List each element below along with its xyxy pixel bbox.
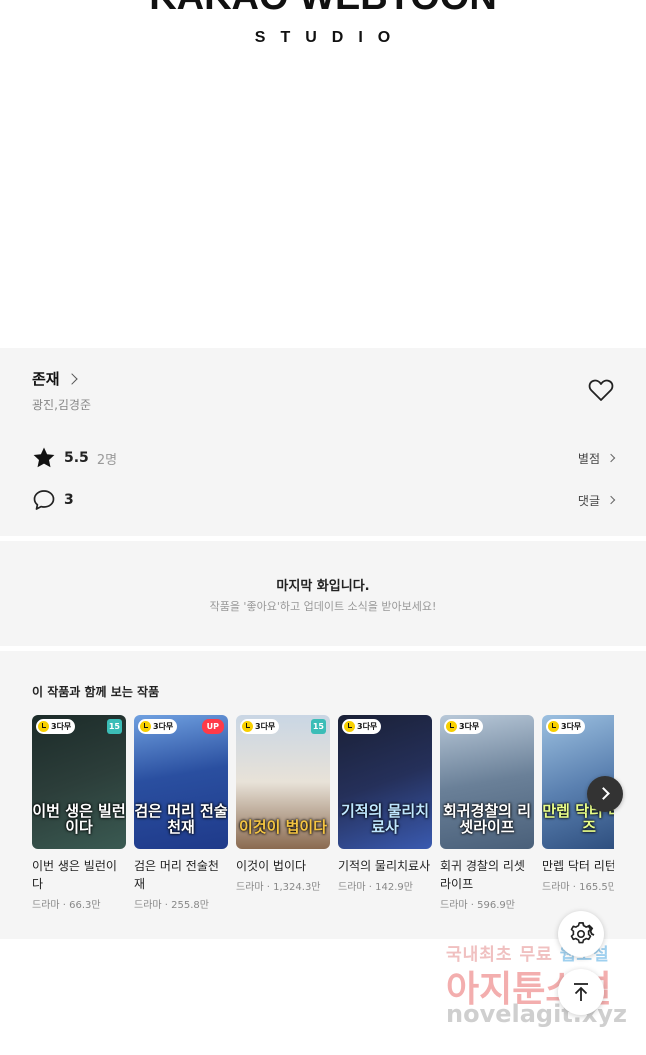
rec-meta: 드라마 · 165.5만 (542, 882, 614, 893)
rec-thumbnail[interactable]: 3다무 15 이번 생은 빌런이다 (32, 715, 126, 849)
badge-label: 3다무 (153, 722, 174, 731)
wait-free-badge: 3다무 (444, 719, 484, 734)
rec-card[interactable]: 3다무 UP 검은 머리 전술천재 검은 머리 전술천재 드라마 · 255.8… (134, 715, 228, 911)
work-title-link[interactable]: 존재 (32, 368, 78, 389)
badge-label: 3다무 (255, 722, 276, 731)
badge-label: 3다무 (561, 722, 582, 731)
cover-title: 회귀경찰의 리셋라이프 (442, 802, 532, 836)
arrow-up-icon (574, 983, 588, 1001)
comment-link[interactable]: 댓글 (577, 492, 616, 509)
rec-title[interactable]: 검은 머리 전술천재 (134, 857, 228, 893)
comment-count: 3 (64, 492, 74, 508)
notice-title: 마지막 화입니다. (276, 579, 370, 594)
heart-icon[interactable] (588, 378, 614, 402)
comment-link-label: 댓글 (577, 493, 600, 508)
update-badge: UP (201, 719, 224, 734)
logo-main: KAKAO WEBTOON (0, 0, 646, 16)
cover-title: 검은 머리 전술천재 (134, 802, 228, 836)
scroll-top-button[interactable] (558, 969, 604, 1015)
rec-thumbnail[interactable]: 3다무 UP 검은 머리 전술천재 (134, 715, 228, 849)
age-badge: 15 (310, 719, 326, 734)
work-title: 존재 (32, 370, 60, 388)
rec-thumbnail[interactable]: 3다무 15 이것이 법이다 (236, 715, 330, 849)
badge-label: 3다무 (51, 722, 72, 731)
rec-title[interactable]: 회귀 경찰의 리셋 라이프 (440, 857, 534, 893)
carousel-next-button[interactable] (587, 776, 623, 812)
recommendations-carousel: 3다무 15 이번 생은 빌런이다 이번 생은 빌런이다 드라마 · 66.3만… (32, 715, 614, 925)
comment-icon (33, 490, 55, 510)
clock-icon (242, 721, 253, 732)
chevron-right-icon (606, 495, 616, 505)
rating-row: 5.5 2명 별점 (32, 445, 616, 471)
rec-meta: 드라마 · 255.8만 (134, 900, 209, 911)
rec-title[interactable]: 만렙 닥터 리턴즈 (542, 857, 614, 875)
rec-meta: 드라마 · 596.9만 (440, 900, 515, 911)
wait-free-badge: 3다무 (342, 719, 382, 734)
rec-title[interactable]: 이번 생은 빌런이다 (32, 857, 126, 893)
comment-row: 3 댓글 (32, 487, 616, 513)
settings-button[interactable] (558, 911, 604, 957)
rec-meta: 드라마 · 142.9만 (338, 882, 413, 893)
badge-label: 3다무 (357, 722, 378, 731)
rec-title[interactable]: 이것이 법이다 (236, 857, 330, 875)
last-episode-notice: 마지막 화입니다. 작품을 '좋아요'하고 업데이트 소식을 받아보세요! (0, 541, 646, 646)
work-info-section: 존재 광진,김경준 5.5 2명 별점 3 댓글 (0, 348, 646, 536)
star-icon (33, 447, 55, 468)
watermark: 국내최초 무료 웹소설 아지툰소설 novelagit.xyz (440, 940, 640, 1040)
cover-title: 기적의 물리치료사 (340, 802, 430, 836)
rating-count: 2명 (96, 452, 118, 468)
rec-title[interactable]: 기적의 물리치료사 (338, 857, 432, 875)
rec-meta: 드라마 · 66.3만 (32, 900, 101, 911)
clock-icon (446, 721, 457, 732)
clock-icon (38, 721, 49, 732)
clock-icon (344, 721, 355, 732)
wait-free-badge: 3다무 (240, 719, 280, 734)
rec-card[interactable]: 3다무 회귀경찰의 리셋라이프 회귀 경찰의 리셋 라이프 드라마 · 596.… (440, 715, 534, 911)
wait-free-badge: 3다무 (36, 719, 76, 734)
rec-thumbnail[interactable]: 3다무 기적의 물리치료사 (338, 715, 432, 849)
notice-subtitle: 작품을 '좋아요'하고 업데이트 소식을 받아보세요! (209, 600, 437, 613)
work-authors: 광진,김경준 (32, 398, 92, 412)
chevron-right-icon (65, 372, 78, 385)
rec-card[interactable]: 3다무 15 이것이 법이다 이것이 법이다 드라마 · 1,324.3만 (236, 715, 330, 893)
age-badge: 15 (106, 719, 122, 734)
gear-icon (570, 922, 595, 944)
rec-card[interactable]: 3다무 기적의 물리치료사 기적의 물리치료사 드라마 · 142.9만 (338, 715, 432, 893)
rec-thumbnail[interactable]: 3다무 회귀경찰의 리셋라이프 (440, 715, 534, 849)
wait-free-badge: 3다무 (138, 719, 178, 734)
wait-free-badge: 3다무 (546, 719, 586, 734)
rating-value: 5.5 (64, 450, 89, 466)
cover-title: 이것이 법이다 (238, 818, 328, 836)
chevron-right-icon (606, 453, 616, 463)
rec-card[interactable]: 3다무 15 이번 생은 빌런이다 이번 생은 빌런이다 드라마 · 66.3만 (32, 715, 126, 911)
clock-icon (140, 721, 151, 732)
clock-icon (548, 721, 559, 732)
rating-link[interactable]: 별점 (577, 450, 616, 467)
rating-link-label: 별점 (577, 451, 600, 466)
logo-sub: STUDIO (254, 29, 406, 46)
rec-meta: 드라마 · 1,324.3만 (236, 882, 321, 893)
chevron-right-icon (597, 787, 610, 800)
cover-title: 이번 생은 빌런이다 (32, 802, 126, 836)
badge-label: 3다무 (459, 722, 480, 731)
recommendations-section: 이 작품과 함께 보는 작품 3다무 15 이번 생은 빌런이다 이번 생은 빌… (0, 651, 646, 939)
recommendations-heading: 이 작품과 함께 보는 작품 (32, 685, 160, 699)
logo-area: KAKAO WEBTOON STUDIO (0, 0, 646, 348)
